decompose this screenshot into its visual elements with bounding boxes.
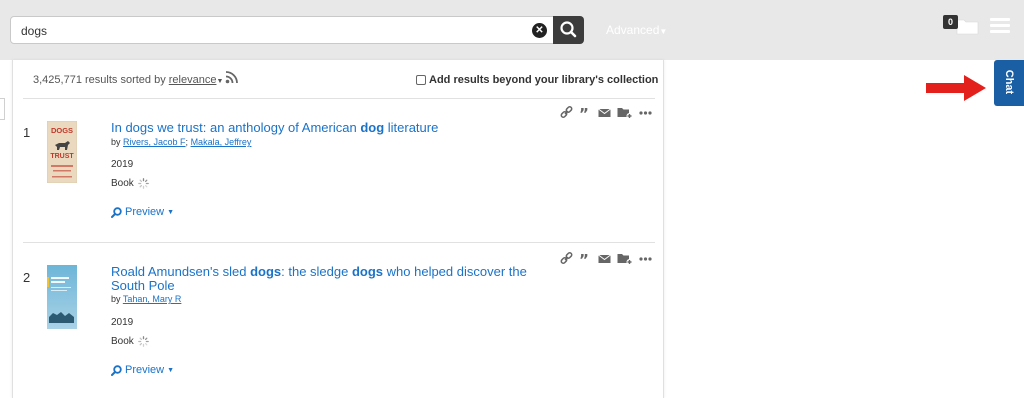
chevron-down-icon: ▼ bbox=[659, 27, 668, 36]
divider bbox=[23, 242, 655, 243]
author-link[interactable]: Tahan, Mary R bbox=[123, 294, 182, 304]
chevron-down-icon[interactable]: ▼ bbox=[216, 78, 223, 85]
search-icon bbox=[560, 21, 577, 38]
more-options-icon[interactable] bbox=[639, 110, 652, 115]
svg-text:”: ” bbox=[579, 253, 589, 265]
search-box: ✕ bbox=[10, 16, 554, 44]
result-actions: ” bbox=[560, 252, 658, 265]
result-actions: ” bbox=[560, 106, 658, 119]
author-prefix: by bbox=[111, 137, 124, 147]
save-to-folder-icon[interactable] bbox=[617, 252, 633, 265]
format-label: Book bbox=[111, 178, 134, 189]
publication-year: 2019 bbox=[111, 159, 134, 170]
email-icon[interactable] bbox=[598, 254, 611, 264]
hamburger-icon-bar bbox=[990, 30, 1010, 33]
book-cover-image[interactable]: DOGS TRUST bbox=[47, 121, 77, 183]
menu-button[interactable] bbox=[990, 18, 1010, 34]
beyond-collection-label: Add results beyond your library's collec… bbox=[429, 74, 659, 86]
email-icon[interactable] bbox=[598, 108, 611, 118]
permalink-icon[interactable] bbox=[560, 106, 573, 119]
format-line: Book bbox=[111, 336, 149, 347]
chat-tab[interactable]: Chat bbox=[994, 60, 1024, 106]
cite-icon[interactable]: ” bbox=[579, 253, 592, 265]
beyond-collection-checkbox[interactable] bbox=[416, 75, 426, 85]
chevron-down-icon: ▼ bbox=[167, 208, 175, 216]
cite-icon[interactable]: ” bbox=[579, 107, 592, 119]
title-highlight: dog bbox=[360, 120, 385, 135]
author-line: by Rivers, Jacob F; Makala, Jeffrey bbox=[111, 137, 252, 147]
title-text: Roald Amundsen's sled bbox=[111, 264, 251, 279]
sort-dropdown[interactable]: relevance bbox=[169, 74, 217, 86]
facets-toggle-tab[interactable] bbox=[0, 98, 5, 120]
hamburger-icon-bar bbox=[990, 18, 1010, 21]
save-to-folder-icon[interactable] bbox=[617, 106, 633, 119]
search-button[interactable] bbox=[553, 16, 584, 44]
chat-label: Chat bbox=[1003, 69, 1015, 95]
result-item: 1 DOGS TRUST In dogs we trust: an anthol… bbox=[13, 100, 665, 240]
result-title-link[interactable]: In dogs we trust: an anthology of Americ… bbox=[111, 121, 531, 135]
magnifier-icon bbox=[111, 206, 122, 218]
format-label: Book bbox=[111, 336, 134, 347]
clear-search-icon[interactable]: ✕ bbox=[532, 23, 547, 38]
result-number: 2 bbox=[23, 270, 31, 285]
author-line: by Tahan, Mary R bbox=[111, 294, 181, 304]
preview-button[interactable]: Preview ▼ bbox=[111, 206, 174, 218]
title-text: In dogs we trust: an anthology of Americ… bbox=[111, 120, 361, 135]
svg-text:”: ” bbox=[579, 107, 589, 119]
author-link[interactable]: Makala, Jeffrey bbox=[191, 137, 252, 147]
advanced-search-link[interactable]: Advanced▼ bbox=[606, 23, 667, 37]
advanced-label: Advanced bbox=[606, 23, 660, 37]
book-cover-image[interactable] bbox=[47, 265, 77, 329]
loading-spinner-icon bbox=[137, 178, 149, 189]
preview-label: Preview bbox=[125, 206, 165, 218]
rss-icon[interactable] bbox=[225, 70, 239, 84]
cover-title-top: DOGS bbox=[51, 126, 73, 135]
hamburger-icon-bar bbox=[990, 24, 1010, 27]
divider bbox=[23, 98, 655, 99]
title-highlight: dogs bbox=[351, 264, 384, 279]
permalink-icon[interactable] bbox=[560, 252, 573, 265]
red-arrow-annotation bbox=[926, 75, 986, 101]
top-bar: ✕ Advanced▼ 0 bbox=[0, 0, 1024, 60]
more-options-icon[interactable] bbox=[639, 256, 652, 261]
preview-label: Preview bbox=[125, 364, 165, 376]
results-count: 3,425,771 results sorted by bbox=[33, 74, 169, 86]
result-item: 2 Roald Amundsen's sled dogs: the sledge… bbox=[13, 244, 665, 384]
author-prefix: by bbox=[111, 294, 123, 304]
folder-icon bbox=[956, 19, 979, 35]
result-number: 1 bbox=[23, 125, 31, 140]
author-link[interactable]: Rivers, Jacob F bbox=[123, 137, 186, 147]
results-summary: 3,425,771 results sorted by relevance▼ bbox=[33, 74, 223, 86]
search-input[interactable] bbox=[21, 22, 521, 40]
format-line: Book bbox=[111, 178, 149, 189]
title-text: : the sledge bbox=[281, 264, 352, 279]
preview-button[interactable]: Preview ▼ bbox=[111, 364, 174, 376]
beyond-collection-option[interactable]: Add results beyond your library's collec… bbox=[416, 74, 658, 86]
title-text: literature bbox=[384, 120, 439, 135]
result-title-link[interactable]: Roald Amundsen's sled dogs: the sledge d… bbox=[111, 265, 531, 293]
magnifier-icon bbox=[111, 364, 122, 376]
publication-year: 2019 bbox=[111, 317, 134, 328]
loading-spinner-icon bbox=[137, 336, 149, 347]
results-panel: 3,425,771 results sorted by relevance▼ A… bbox=[12, 60, 664, 398]
folder-button[interactable]: 0 bbox=[943, 14, 983, 38]
cover-title-bottom: TRUST bbox=[50, 153, 74, 160]
chevron-down-icon: ▼ bbox=[167, 366, 175, 374]
title-highlight: dogs bbox=[250, 264, 282, 279]
folder-count-badge: 0 bbox=[943, 15, 958, 29]
